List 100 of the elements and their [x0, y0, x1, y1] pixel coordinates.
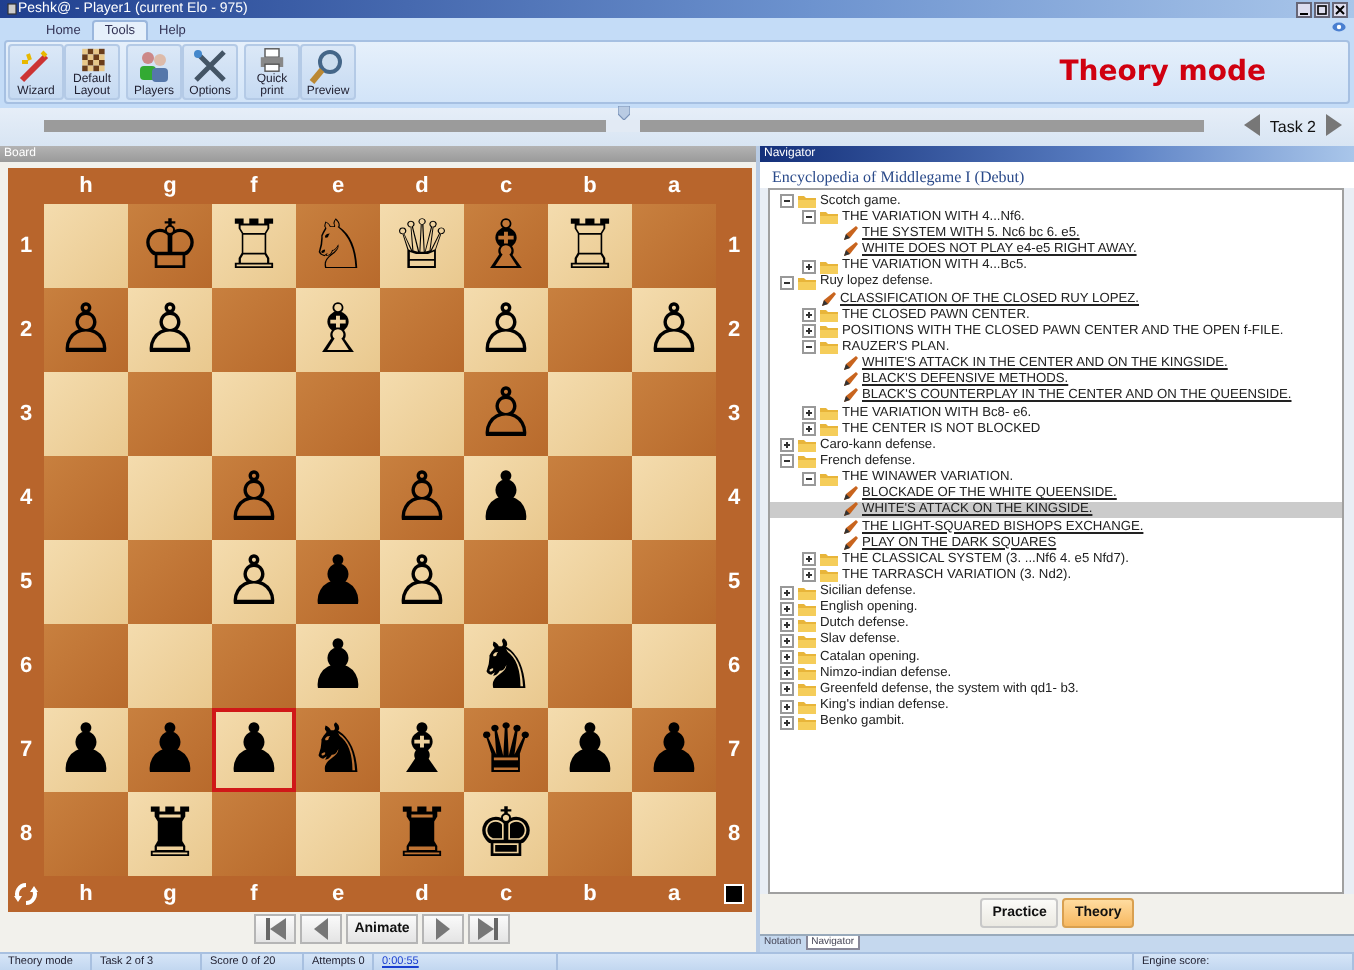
- left-triangle-icon: [1243, 113, 1260, 136]
- rank-label: 5: [17, 567, 35, 598]
- chess-piece-square[interactable]: ♙: [380, 539, 464, 624]
- chess-piece-square[interactable]: ♙: [380, 455, 464, 540]
- players-icon: [134, 46, 174, 86]
- expand-icon[interactable]: [780, 617, 794, 632]
- collapse-icon[interactable]: [780, 275, 794, 290]
- file-label: c: [497, 171, 515, 202]
- rank-label: 2: [17, 315, 35, 346]
- expand-icon[interactable]: [802, 308, 816, 323]
- file-label: e: [329, 879, 347, 910]
- chess-piece-square[interactable]: ♕: [380, 203, 464, 288]
- collapse-icon[interactable]: [802, 210, 816, 225]
- file-label: f: [248, 171, 260, 202]
- expand-icon[interactable]: [802, 568, 816, 583]
- chess-piece-square[interactable]: ♛: [464, 707, 548, 792]
- file-label: d: [413, 879, 431, 910]
- next-task-button[interactable]: [1326, 111, 1342, 142]
- mode-title: Theory mode: [1059, 56, 1266, 88]
- expand-icon[interactable]: [802, 552, 816, 567]
- expand-icon[interactable]: [780, 633, 794, 648]
- first-move-icon: [263, 918, 288, 941]
- previous-task-button[interactable]: [1243, 111, 1260, 142]
- first-move-button[interactable]: [254, 914, 297, 945]
- chess-piece-square[interactable]: ♟: [128, 707, 212, 792]
- expand-icon[interactable]: [802, 406, 816, 421]
- next-move-icon: [430, 918, 455, 941]
- chess-piece-square[interactable]: ♙: [212, 539, 296, 624]
- chess-piece-square[interactable]: ♜: [128, 791, 212, 876]
- chess-piece-square[interactable]: ♟: [548, 707, 632, 792]
- restore-button[interactable]: [1314, 1, 1330, 17]
- task-label: Task 2: [1269, 117, 1316, 136]
- chess-piece-square[interactable]: ♗: [296, 287, 380, 372]
- file-label: e: [329, 171, 347, 202]
- chess-piece-square[interactable]: ♟: [212, 707, 296, 792]
- eye-icon[interactable]: [1332, 22, 1346, 32]
- chess-piece-square[interactable]: ♟: [296, 539, 380, 624]
- file-label: h: [77, 879, 95, 910]
- expand-icon[interactable]: [780, 585, 794, 600]
- chess-piece-square[interactable]: ♔: [128, 203, 212, 288]
- chess-piece-square[interactable]: ♖: [212, 203, 296, 288]
- close-button[interactable]: [1332, 1, 1348, 17]
- expand-icon[interactable]: [802, 324, 816, 339]
- chess-piece-square[interactable]: ♙: [464, 287, 548, 372]
- chess-piece-square[interactable]: ♝: [380, 707, 464, 792]
- expand-icon[interactable]: [780, 650, 794, 665]
- minimize-button[interactable]: [1296, 1, 1312, 17]
- options-icon: [190, 46, 230, 86]
- chess-piece-square[interactable]: ♟: [464, 455, 548, 540]
- rank-label: 6: [17, 651, 35, 682]
- collapse-icon[interactable]: [780, 454, 794, 469]
- chess-piece-square[interactable]: ♙: [128, 287, 212, 372]
- rank-label: 3: [17, 399, 35, 430]
- chess-piece-square[interactable]: ♙: [632, 287, 716, 372]
- collapse-icon[interactable]: [802, 340, 816, 355]
- chess-piece-square[interactable]: ♟: [632, 707, 716, 792]
- file-label: b: [581, 171, 599, 202]
- file-label: a: [665, 171, 683, 202]
- rank-label: 1: [17, 231, 35, 262]
- chess-piece-square[interactable]: ♞: [464, 623, 548, 708]
- file-label: g: [161, 171, 179, 202]
- folder-icon: [798, 194, 816, 209]
- file-label: d: [413, 171, 431, 202]
- last-move-button[interactable]: [467, 914, 510, 945]
- chess-piece-square[interactable]: ♚: [464, 791, 548, 876]
- expand-icon[interactable]: [802, 259, 816, 274]
- rank-label: 3: [725, 399, 743, 430]
- previous-move-button[interactable]: [300, 914, 343, 945]
- chess-piece-square[interactable]: ♙: [464, 371, 548, 456]
- rank-label: 8: [725, 819, 743, 850]
- expand-icon[interactable]: [780, 438, 794, 453]
- pencil-icon: [820, 291, 836, 308]
- right-triangle-icon: [1326, 113, 1342, 136]
- folder-icon: [820, 210, 838, 225]
- expand-icon[interactable]: [780, 682, 794, 697]
- file-label: a: [665, 879, 683, 910]
- expand-icon[interactable]: [802, 422, 816, 437]
- rank-label: 4: [725, 483, 743, 514]
- chess-piece-square[interactable]: ♖: [548, 203, 632, 288]
- file-label: g: [161, 879, 179, 910]
- folder-icon: [820, 471, 838, 486]
- rotate-board-icon[interactable]: [14, 881, 38, 906]
- folder-icon: [820, 259, 838, 274]
- expand-icon[interactable]: [780, 699, 794, 714]
- chess-piece-square[interactable]: ♘: [296, 203, 380, 288]
- rank-label: 7: [725, 735, 743, 766]
- chess-piece-square[interactable]: ♞: [296, 707, 380, 792]
- next-move-button[interactable]: [421, 914, 464, 945]
- chess-piece-square[interactable]: ♗: [464, 203, 548, 288]
- chess-piece-square[interactable]: ♟: [44, 707, 128, 792]
- chess-piece-square[interactable]: ♙: [44, 287, 128, 372]
- collapse-icon[interactable]: [780, 194, 794, 209]
- chess-piece-square[interactable]: ♜: [380, 791, 464, 876]
- expand-icon[interactable]: [780, 601, 794, 616]
- expand-icon[interactable]: [780, 715, 794, 730]
- chess-piece-square[interactable]: ♙: [212, 455, 296, 540]
- expand-icon[interactable]: [780, 666, 794, 681]
- book-title: Encyclopedia of Middlegame I (Debut): [760, 161, 1354, 188]
- collapse-icon[interactable]: [802, 471, 816, 486]
- chess-piece-square[interactable]: ♟: [296, 623, 380, 708]
